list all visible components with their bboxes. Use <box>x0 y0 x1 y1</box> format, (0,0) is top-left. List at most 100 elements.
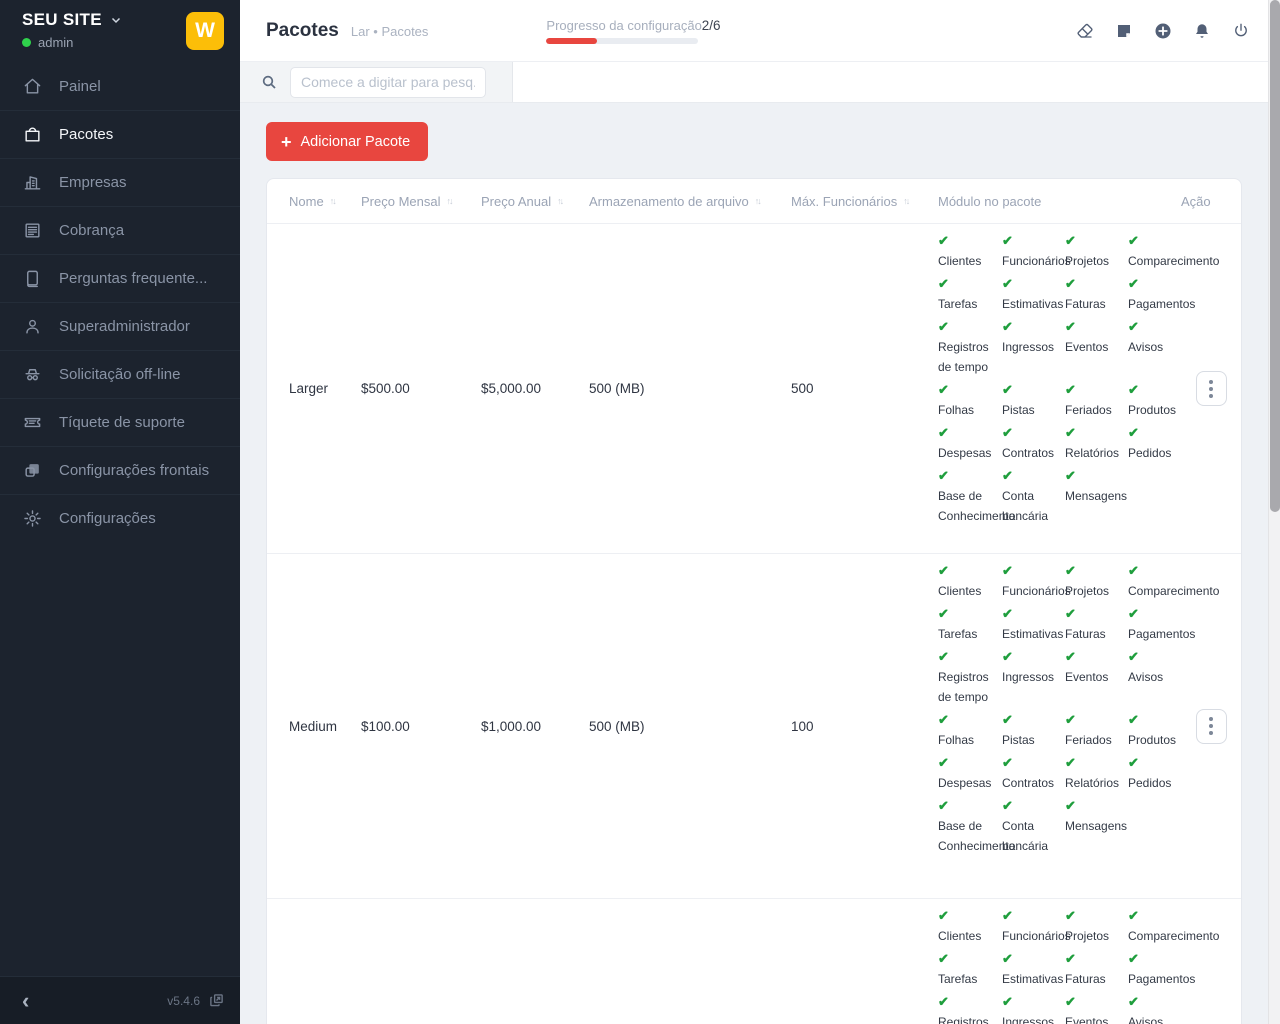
module-item: ✔ Funcionários <box>1002 906 1065 946</box>
column-header-pre-o-anual[interactable]: Preço Anual↑↓ <box>481 194 589 209</box>
sidebar-item-pacotes[interactable]: Pacotes <box>0 110 240 158</box>
sidebar-item-configura-es[interactable]: Configurações <box>0 494 240 542</box>
page-title: Pacotes <box>266 20 339 42</box>
module-item: ✔ Tarefas <box>938 604 1002 644</box>
sidebar-item-perguntas-frequente[interactable]: Perguntas frequente... <box>0 254 240 302</box>
check-icon: ✔ <box>1065 753 1124 773</box>
version-label: v5.4.6 <box>167 994 200 1008</box>
check-icon: ✔ <box>938 423 998 443</box>
module-item: ✔ Pagamentos <box>1128 274 1223 314</box>
collapse-sidebar-icon[interactable]: ‹ <box>22 990 29 1012</box>
check-icon: ✔ <box>1128 992 1219 1012</box>
home-icon <box>23 77 42 96</box>
chevron-down-icon <box>110 14 122 26</box>
sidebar-item-label: Perguntas frequente... <box>59 270 207 287</box>
max-employees: 500 <box>791 381 938 396</box>
add-circle-icon[interactable] <box>1154 22 1172 40</box>
file-storage: 500 (MB) <box>589 719 791 734</box>
check-icon: ✔ <box>1065 423 1124 443</box>
module-item: ✔ Ingressos <box>1002 647 1065 707</box>
file-storage: 500 (MB) <box>589 381 791 396</box>
check-icon: ✔ <box>938 710 998 730</box>
column-header-m-x-funcion-rios[interactable]: Máx. Funcionários↑↓ <box>791 194 938 209</box>
eraser-icon[interactable] <box>1076 22 1094 40</box>
column-header-a-o: Ação <box>1181 194 1241 209</box>
check-icon: ✔ <box>1065 796 1124 816</box>
column-header-armazenamento-de-arquivo[interactable]: Armazenamento de arquivo↑↓ <box>589 194 791 209</box>
sort-icon[interactable]: ↑↓ <box>330 196 335 206</box>
sidebar-item-painel[interactable]: Painel <box>0 62 240 110</box>
sidebar-item-cobran-a[interactable]: Cobrança <box>0 206 240 254</box>
page-scrollbar[interactable] <box>1268 0 1280 1024</box>
module-item: ✔ Feriados <box>1065 710 1128 750</box>
add-package-button[interactable]: + Adicionar Pacote <box>266 122 428 161</box>
sidebar-item-t-quete-de-suporte[interactable]: Tíquete de suporte <box>0 398 240 446</box>
app-logo[interactable]: W <box>186 12 224 50</box>
bell-icon[interactable] <box>1193 22 1211 40</box>
module-item: ✔ Projetos <box>1065 231 1128 271</box>
scrollbar-thumb[interactable] <box>1270 0 1280 512</box>
check-icon: ✔ <box>1002 796 1061 816</box>
module-item: ✔ Projetos <box>1065 906 1128 946</box>
package-icon <box>23 125 42 144</box>
module-item: ✔ Folhas <box>938 380 1002 420</box>
module-item: ✔ Mensagens <box>1065 466 1128 526</box>
column-header-pre-o-mensal[interactable]: Preço Mensal↑↓ <box>361 194 481 209</box>
content-area: + Adicionar Pacote Nome↑↓Preço Mensal↑↓P… <box>240 103 1280 1024</box>
module-item: ✔ Eventos <box>1065 647 1128 707</box>
table-row: Medium $100.00 $1,000.00 500 (MB) 100 ✔ … <box>267 554 1241 899</box>
module-item: ✔ Feriados <box>1065 380 1128 420</box>
sidebar-item-label: Tíquete de suporte <box>59 414 185 431</box>
column-header-nome[interactable]: Nome↑↓ <box>289 194 361 209</box>
module-item: ✔ Registros de tempo <box>938 992 1002 1024</box>
check-icon: ✔ <box>1128 423 1219 443</box>
max-employees: 100 <box>791 719 938 734</box>
check-icon: ✔ <box>1065 906 1124 926</box>
sidebar-item-label: Pacotes <box>59 126 113 143</box>
progress-value: 2/6 <box>702 18 721 33</box>
check-icon: ✔ <box>1002 710 1061 730</box>
check-icon: ✔ <box>938 561 998 581</box>
check-icon: ✔ <box>938 466 998 486</box>
sort-icon[interactable]: ↑↓ <box>903 196 908 206</box>
sidebar-header: SEU SITE admin W <box>0 0 240 62</box>
row-actions-button[interactable] <box>1196 709 1227 744</box>
row-actions-button[interactable] <box>1196 371 1227 406</box>
module-item: ✔ Funcionários <box>1002 561 1065 601</box>
site-switcher[interactable]: SEU SITE <box>22 10 122 30</box>
sidebar-item-superadministrador[interactable]: Superadministrador <box>0 302 240 350</box>
sidebar-item-label: Painel <box>59 78 101 95</box>
module-item: ✔ Despesas <box>938 423 1002 463</box>
sidebar-item-solicita-o-off-line[interactable]: Solicitação off-line <box>0 350 240 398</box>
sort-icon[interactable]: ↑↓ <box>755 196 760 206</box>
module-item: ✔ Pagamentos <box>1128 949 1223 989</box>
module-item: ✔ Ingressos <box>1002 992 1065 1024</box>
sidebar-item-label: Solicitação off-line <box>59 366 180 383</box>
main-area: Pacotes Lar • Pacotes Progresso da confi… <box>240 0 1280 1024</box>
sidebar-item-empresas[interactable]: Empresas <box>0 158 240 206</box>
modules-cell: ✔ Clientes ✔ Funcionários ✔ Projetos ✔ C… <box>938 224 1181 543</box>
check-icon: ✔ <box>1065 992 1124 1012</box>
sort-icon[interactable]: ↑↓ <box>446 196 451 206</box>
check-icon: ✔ <box>1128 274 1219 294</box>
module-item: ✔ Conta bancária <box>1002 466 1065 526</box>
external-link-icon[interactable] <box>209 993 224 1008</box>
user-icon <box>23 317 42 336</box>
search-icon <box>261 74 277 90</box>
check-icon: ✔ <box>938 647 998 667</box>
monthly-price: $500.00 <box>361 381 481 396</box>
setup-progress[interactable]: Progresso da configuração2/6 <box>546 18 698 44</box>
sidebar-item-label: Empresas <box>59 174 127 191</box>
sidebar-item-configura-es-frontais[interactable]: Configurações frontais <box>0 446 240 494</box>
sort-icon[interactable]: ↑↓ <box>557 196 562 206</box>
table-body: Larger $500.00 $5,000.00 500 (MB) 500 ✔ … <box>267 224 1241 1024</box>
check-icon: ✔ <box>938 949 998 969</box>
check-icon: ✔ <box>938 231 998 251</box>
module-item: ✔ Eventos <box>1065 992 1128 1024</box>
power-icon[interactable] <box>1232 22 1250 40</box>
search-input[interactable] <box>290 67 486 98</box>
search-segment <box>240 62 513 102</box>
module-item: ✔ Despesas <box>938 753 1002 793</box>
note-icon[interactable] <box>1115 22 1133 40</box>
module-item: ✔ Conta bancária <box>1002 796 1065 856</box>
